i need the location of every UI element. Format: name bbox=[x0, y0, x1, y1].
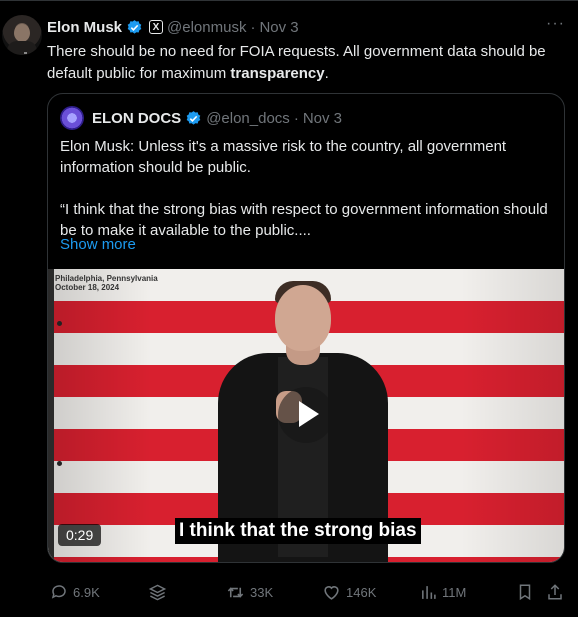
reply-icon bbox=[51, 585, 66, 599]
share-icon bbox=[548, 584, 562, 600]
tweet-text-bold: transparency bbox=[230, 65, 325, 82]
quote-author-avatar[interactable] bbox=[60, 106, 84, 130]
quote-header: ELON DOCS @elon_docs · Nov 3 bbox=[60, 106, 342, 130]
avatar-body bbox=[7, 41, 37, 55]
author-avatar[interactable] bbox=[2, 15, 42, 55]
location-line-2: October 18, 2024 bbox=[55, 283, 120, 292]
heart-icon bbox=[324, 585, 339, 600]
show-more-link[interactable]: Show more bbox=[60, 236, 136, 253]
flag-grommet bbox=[57, 461, 62, 466]
views-icon bbox=[422, 585, 436, 599]
repost-icon bbox=[227, 586, 244, 598]
verified-badge-icon bbox=[127, 19, 142, 34]
repost-button[interactable]: 33K bbox=[226, 579, 273, 605]
flag-pole bbox=[48, 269, 54, 562]
x-affiliation-badge: X bbox=[149, 20, 164, 34]
tweet-date[interactable]: Nov 3 bbox=[259, 19, 298, 36]
avatar-face bbox=[14, 24, 30, 42]
reply-button[interactable]: 6.9K bbox=[50, 579, 100, 605]
video-caption: I think that the strong bias bbox=[175, 518, 421, 544]
quote-paragraph-2: “I think that the strong bias with respe… bbox=[60, 201, 548, 239]
reply-count: 6.9K bbox=[73, 584, 100, 600]
repost-count: 33K bbox=[250, 584, 274, 600]
grok-icon bbox=[148, 584, 167, 600]
views-button[interactable]: 11M bbox=[420, 579, 466, 605]
separator-dot: · bbox=[250, 18, 256, 36]
video-player[interactable]: Philadelphia, Pennsylvania October 18, 2… bbox=[48, 269, 564, 562]
bookmark-icon bbox=[519, 584, 531, 601]
grok-button[interactable] bbox=[148, 579, 167, 605]
verified-badge-icon bbox=[186, 110, 201, 125]
quoted-tweet[interactable]: ELON DOCS @elon_docs · Nov 3 Elon Musk: … bbox=[47, 93, 565, 563]
location-line-1: Philadelphia, Pennsylvania bbox=[55, 274, 158, 283]
play-icon bbox=[299, 401, 319, 427]
more-options-button[interactable]: ··· bbox=[546, 15, 565, 33]
quote-paragraph-1: Elon Musk: Unless it's a massive risk to… bbox=[60, 138, 507, 176]
separator-dot: · bbox=[293, 109, 299, 127]
tweet-header: Elon Musk X @elonmusk · Nov 3 bbox=[47, 17, 299, 37]
action-bar: 6.9K 33K 146K 11M bbox=[0, 579, 578, 605]
tweet-text: There should be no need for FOIA request… bbox=[47, 41, 567, 85]
tweet-text-end: . bbox=[324, 65, 329, 82]
author-handle[interactable]: @elonmusk bbox=[167, 19, 246, 36]
author-name[interactable]: Elon Musk bbox=[47, 19, 122, 36]
view-count: 11M bbox=[442, 584, 467, 600]
avatar-decoration bbox=[24, 52, 27, 54]
video-location-stamp: Philadelphia, Pennsylvania October 18, 2… bbox=[55, 274, 158, 292]
quote-author-handle[interactable]: @elon_docs bbox=[206, 110, 290, 127]
quote-author-name[interactable]: ELON DOCS bbox=[92, 110, 181, 127]
share-button[interactable] bbox=[546, 579, 564, 605]
speaker-head bbox=[275, 285, 331, 351]
tweet[interactable]: Elon Musk X @elonmusk · Nov 3 ··· There … bbox=[0, 0, 578, 617]
like-count: 146K bbox=[346, 584, 377, 600]
flag-grommet bbox=[57, 321, 62, 326]
like-button[interactable]: 146K bbox=[322, 579, 376, 605]
bookmark-button[interactable] bbox=[516, 579, 534, 605]
quote-date[interactable]: Nov 3 bbox=[303, 110, 342, 127]
video-duration: 0:29 bbox=[58, 524, 102, 546]
